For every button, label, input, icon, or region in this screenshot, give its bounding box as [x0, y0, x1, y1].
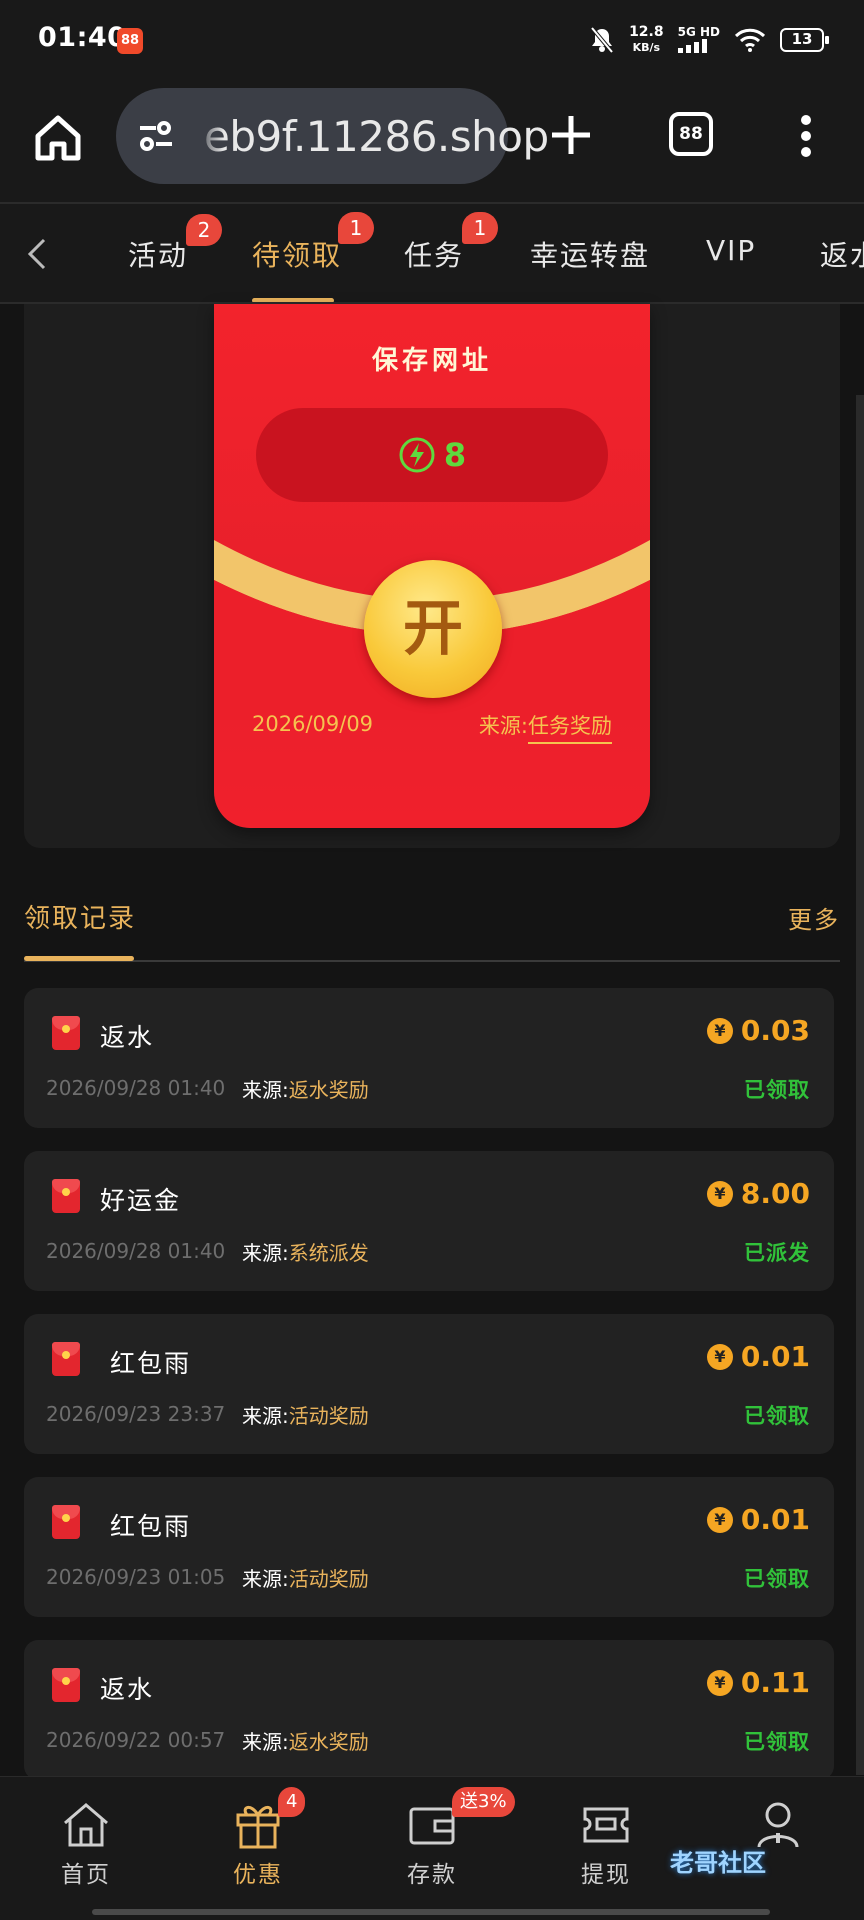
home-icon	[64, 1803, 108, 1847]
record-time: 2026/09/28 01:40	[46, 1076, 226, 1100]
tab-vip[interactable]: VIP	[706, 234, 756, 267]
record-card[interactable]: 返水 ¥0.11 2026/09/22 00:57 来源:返水奖励 已领取	[24, 1640, 834, 1780]
yuan-coin-icon: ¥	[706, 1506, 733, 1533]
record-amount: ¥0.01	[706, 1340, 810, 1373]
record-card[interactable]: 好运金 ¥8.00 2026/09/28 01:40 来源:系统派发 已派发	[24, 1151, 834, 1291]
record-time: 2026/09/23 23:37	[46, 1402, 226, 1426]
category-tabs: 活动 2 待领取 1 任务 1 幸运转盘 VIP 返水	[0, 202, 864, 304]
yuan-coin-icon: ¥	[706, 1343, 733, 1370]
tab-badge: 1	[462, 212, 498, 244]
battery-indicator: 13	[780, 28, 829, 52]
tab-activities[interactable]: 活动	[128, 234, 188, 274]
record-source: 来源:系统派发	[242, 1241, 369, 1265]
records-tab-indicator	[24, 956, 134, 961]
more-link[interactable]: 更多	[788, 900, 840, 935]
record-source: 来源:返水奖励	[242, 1730, 369, 1754]
nav-badge: 4	[278, 1787, 306, 1817]
status-indicators: 12.8 KB/s 5G HD 13	[589, 22, 829, 58]
record-status: 已领取	[744, 1404, 810, 1428]
bottom-nav: 首页 优惠 4 存款 送3% 提现 我的 老哥社区	[0, 1776, 864, 1920]
ticket-icon	[583, 1807, 629, 1843]
record-source: 来源:活动奖励	[242, 1567, 369, 1591]
scrollbar[interactable]	[856, 395, 864, 1775]
record-time: 2026/09/28 01:40	[46, 1239, 226, 1263]
record-time: 2026/09/22 00:57	[46, 1728, 226, 1752]
record-status: 已领取	[744, 1567, 810, 1591]
more-menu-icon[interactable]	[796, 114, 816, 158]
record-time: 2026/09/23 01:05	[46, 1565, 226, 1589]
red-packet-icon	[52, 1668, 80, 1702]
lightning-icon	[399, 437, 435, 473]
red-packet-icon	[52, 1342, 80, 1376]
record-amount: ¥0.01	[706, 1503, 810, 1536]
records-divider	[24, 960, 840, 962]
red-packet-icon	[52, 1179, 80, 1213]
envelope-source-link[interactable]: 任务奖励	[528, 714, 612, 744]
wifi-icon	[734, 28, 766, 52]
envelope-title: 保存网址	[371, 346, 492, 376]
nav-withdraw[interactable]: 提现	[556, 1797, 656, 1889]
record-amount: ¥0.03	[706, 1014, 810, 1047]
record-card[interactable]: 红包雨 ¥0.01 2026/09/23 23:37 来源:活动奖励 已领取	[24, 1314, 834, 1454]
tab-tasks[interactable]: 任务	[404, 234, 464, 274]
envelope-source: 来源:任务奖励	[479, 710, 612, 744]
envelope-count-pill: 8	[256, 408, 608, 502]
record-source: 来源:活动奖励	[242, 1404, 369, 1428]
record-status: 已领取	[744, 1730, 810, 1754]
nav-home[interactable]: 首页	[36, 1797, 136, 1889]
active-tab-indicator	[252, 298, 334, 302]
mute-icon	[590, 26, 614, 54]
wallet-icon	[409, 1807, 455, 1845]
network-indicator: 5G HD	[677, 25, 720, 56]
status-bar: 01:40 88 12.8 KB/s 5G HD 13	[0, 0, 864, 80]
url-text: eb9f.11286.shop	[204, 112, 549, 161]
net-speed: 12.8 KB/s	[629, 24, 664, 54]
url-fade	[196, 104, 224, 168]
red-envelope: 保存网址 8 开 2026/09/09 来源:任务奖励	[214, 304, 650, 828]
record-amount: ¥8.00	[706, 1177, 810, 1210]
chevron-left-icon[interactable]	[22, 236, 52, 272]
red-packet-icon	[52, 1505, 80, 1539]
record-name: 返水	[100, 1023, 155, 1052]
yuan-coin-icon: ¥	[706, 1180, 733, 1207]
address-bar[interactable]: eb9f.11286.shop	[116, 88, 549, 184]
tab-lucky-wheel[interactable]: 幸运转盘	[530, 234, 650, 274]
record-card[interactable]: 红包雨 ¥0.01 2026/09/23 01:05 来源:活动奖励 已领取	[24, 1477, 834, 1617]
red-packet-icon	[52, 1016, 80, 1050]
records-title[interactable]: 领取记录	[24, 898, 136, 935]
nav-badge: 送3%	[452, 1787, 515, 1817]
app-notification-icon: 88	[117, 28, 143, 54]
record-status: 已领取	[744, 1078, 810, 1102]
envelope-count: 8	[443, 436, 467, 474]
gift-icon	[236, 1806, 280, 1849]
browser-toolbar: eb9f.11286.shop 88	[0, 80, 864, 202]
tab-switcher-button[interactable]: 88	[669, 112, 713, 156]
record-name: 红包雨	[110, 1349, 192, 1378]
site-settings-icon[interactable]	[136, 116, 176, 156]
tab-pending[interactable]: 待领取	[252, 234, 342, 274]
status-time: 01:40	[38, 22, 127, 53]
yuan-coin-icon: ¥	[706, 1669, 733, 1696]
gesture-bar	[92, 1909, 770, 1915]
open-envelope-button[interactable]: 开	[364, 560, 502, 698]
watermark-logo: 老哥社区	[670, 1849, 766, 1877]
new-tab-icon[interactable]	[546, 110, 596, 160]
tab-badge: 1	[338, 212, 374, 244]
home-icon[interactable]	[30, 110, 86, 166]
record-name: 好运金	[100, 1186, 182, 1215]
tab-badge: 2	[186, 214, 222, 246]
record-name: 红包雨	[110, 1512, 192, 1541]
record-name: 返水	[100, 1675, 155, 1704]
record-status: 已派发	[744, 1241, 810, 1265]
signal-icon	[677, 38, 707, 53]
record-source: 来源:返水奖励	[242, 1078, 369, 1102]
tab-rebate[interactable]: 返水	[820, 234, 864, 274]
envelope-date: 2026/09/09	[252, 712, 374, 736]
record-card[interactable]: 返水 ¥0.03 2026/09/28 01:40 来源:返水奖励 已领取	[24, 988, 834, 1128]
yuan-coin-icon: ¥	[706, 1017, 733, 1044]
record-amount: ¥0.11	[706, 1666, 810, 1699]
